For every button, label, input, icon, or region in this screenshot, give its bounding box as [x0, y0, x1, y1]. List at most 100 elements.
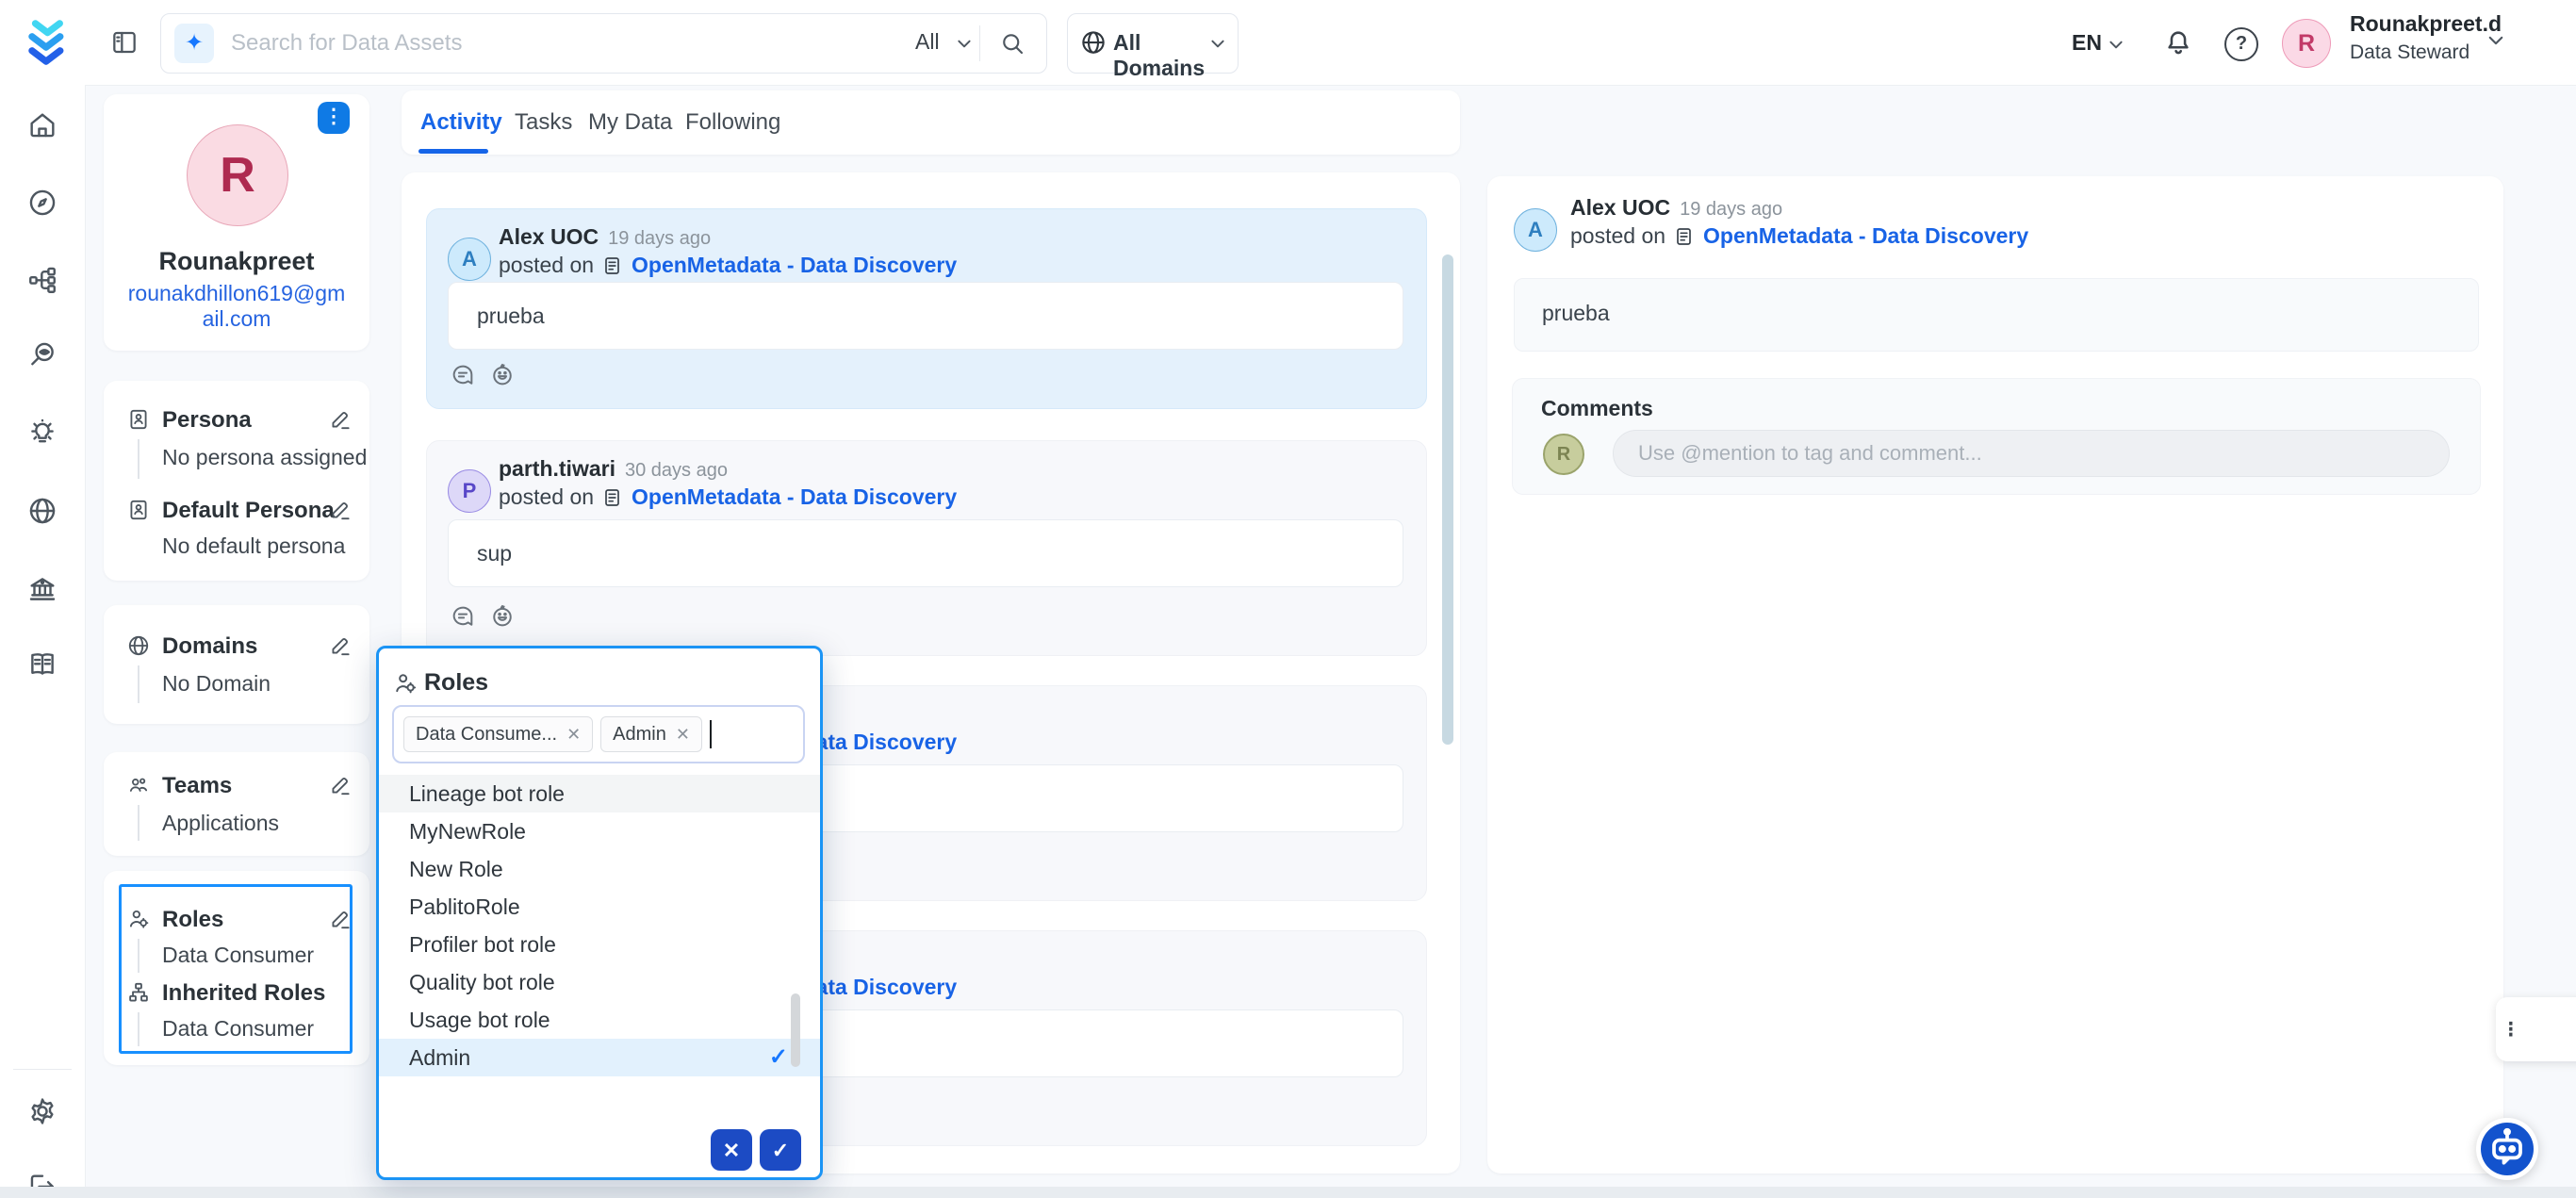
roles-icon — [392, 670, 418, 697]
roles-option[interactable]: Quality bot role — [379, 963, 820, 1001]
search-scope-dropdown[interactable]: All — [915, 29, 940, 55]
user-menu-chevron-icon[interactable] — [2488, 36, 2503, 45]
persona-icon — [126, 407, 151, 432]
search-icon[interactable] — [998, 29, 1026, 57]
ai-search-icon[interactable]: ✦ — [174, 24, 214, 63]
edge-widget[interactable]: ⁝ — [2496, 997, 2576, 1061]
home-icon[interactable] — [26, 109, 58, 141]
reply-icon[interactable] — [450, 603, 476, 630]
help-icon[interactable]: ? — [2224, 27, 2258, 61]
post-action: posted on — [499, 253, 594, 278]
search-input[interactable] — [229, 20, 893, 67]
insights-icon[interactable] — [26, 417, 58, 449]
tab-tasks[interactable]: Tasks — [515, 109, 572, 136]
incident-manager-icon[interactable] — [26, 339, 58, 371]
options-scrollbar[interactable] — [791, 993, 800, 1067]
profile-email-link[interactable]: rounakdhillon619@gmail.com — [104, 281, 369, 332]
reaction-emoji-icon[interactable] — [489, 603, 516, 630]
post-action: posted on — [499, 484, 594, 510]
indent-line — [138, 939, 139, 973]
default-persona-icon — [126, 498, 151, 522]
reaction-emoji-icon[interactable] — [489, 362, 516, 388]
notifications-bell-icon[interactable] — [2162, 27, 2194, 59]
domain-selector[interactable]: All Domains — [1067, 13, 1239, 74]
avatar: A — [448, 238, 491, 281]
tab-following[interactable]: Following — [685, 109, 780, 136]
support-chat-button[interactable] — [2476, 1118, 2538, 1180]
remove-chip-icon[interactable]: ✕ — [676, 725, 690, 745]
settings-icon[interactable] — [26, 1095, 58, 1127]
post-message: prueba — [1542, 301, 1610, 326]
inherited-roles-icon — [126, 980, 151, 1005]
edit-teams-icon[interactable] — [328, 773, 353, 797]
indent-line — [138, 1012, 139, 1046]
tab-activity[interactable]: Activity — [420, 109, 502, 136]
persona-value: No persona assigned — [162, 445, 367, 470]
post-target-link[interactable]: OpenMetadata - Data Discovery — [632, 484, 957, 510]
glossary-icon[interactable] — [26, 648, 58, 681]
indent-line — [138, 665, 139, 703]
openmetadata-app: ✦ All All Domains EN ? — [0, 0, 2576, 1198]
tab-my-data[interactable]: My Data — [588, 109, 672, 136]
profile-tabs-bar: Activity Tasks My Data Following — [402, 90, 1460, 155]
roles-value: Data Consumer — [162, 943, 314, 968]
profile-name: Rounakpreet — [104, 247, 369, 276]
edit-persona-icon[interactable] — [328, 407, 353, 432]
chat-bot-icon — [2481, 1123, 2534, 1175]
post-target-link[interactable]: OpenMetadata - Data Discovery — [1703, 223, 2028, 249]
teams-title: Teams — [162, 773, 232, 799]
governance-icon[interactable] — [26, 573, 58, 605]
feed-scrollbar[interactable] — [1442, 254, 1453, 745]
roles-option[interactable]: Lineage bot role — [379, 775, 820, 812]
feed-post[interactable]: A Alex UOC19 days ago posted on OpenMeta… — [426, 208, 1427, 409]
roles-edit-popup: Roles Data Consume... ✕ Admin ✕ Lineage … — [376, 646, 823, 1180]
roles-title: Roles — [162, 907, 223, 933]
selected-role-chip: Data Consume... ✕ — [403, 716, 593, 752]
feed-post[interactable]: P parth.tiwari30 days ago posted on Open… — [426, 440, 1427, 656]
user-avatar[interactable]: R — [2282, 19, 2331, 68]
bottom-strip — [0, 1187, 2576, 1198]
roles-multiselect[interactable]: Data Consume... ✕ Admin ✕ — [392, 705, 805, 763]
confirm-button[interactable]: ✓ — [760, 1129, 801, 1171]
sidebar-collapse-icon[interactable] — [109, 27, 139, 57]
user-name: Rounakpreet.d — [2350, 11, 2502, 37]
document-icon — [601, 254, 624, 277]
roles-option[interactable]: Usage bot role — [379, 1001, 820, 1039]
document-icon — [601, 486, 624, 509]
comment-input[interactable] — [1613, 430, 2450, 477]
global-search-bar[interactable]: ✦ All — [160, 13, 1047, 74]
teams-value[interactable]: Applications — [162, 811, 279, 836]
selected-role-chip: Admin ✕ — [600, 716, 702, 752]
roles-option[interactable]: Profiler bot role — [379, 926, 820, 963]
profile-kebab-menu-button[interactable]: ⋮ — [318, 102, 350, 134]
edit-domains-icon[interactable] — [328, 633, 353, 658]
edit-roles-icon[interactable] — [328, 907, 353, 931]
post-author[interactable]: Alex UOC19 days ago — [499, 224, 711, 250]
reply-icon[interactable] — [450, 362, 476, 388]
language-selector[interactable]: EN — [2072, 30, 2102, 56]
post-author[interactable]: parth.tiwari30 days ago — [499, 456, 728, 482]
domains-icon — [126, 633, 151, 658]
openmetadata-logo[interactable] — [21, 13, 79, 72]
post-author[interactable]: Alex UOC19 days ago — [1570, 195, 1782, 221]
left-nav-rail — [0, 85, 86, 1198]
observability-icon[interactable] — [26, 264, 58, 296]
roles-option-selected[interactable]: Admin✓ — [379, 1039, 820, 1076]
roles-option[interactable]: PablitoRole — [379, 888, 820, 926]
roles-card: Roles Data Consumer Inherited Roles Data… — [104, 871, 369, 1065]
cancel-button[interactable]: ✕ — [711, 1129, 752, 1171]
profile-card: ⋮ R Rounakpreet rounakdhillon619@gmail.c… — [104, 94, 369, 351]
post-timestamp: 19 days ago — [608, 228, 711, 249]
domains-icon[interactable] — [26, 495, 58, 527]
post-target-link[interactable]: OpenMetadata - Data Discovery — [632, 253, 957, 278]
roles-option[interactable]: New Role — [379, 850, 820, 888]
comments-section: Comments R — [1512, 378, 2481, 495]
roles-option[interactable]: MyNewRole — [379, 812, 820, 850]
explore-icon[interactable] — [26, 187, 58, 219]
edit-default-persona-icon[interactable] — [328, 498, 353, 522]
remove-chip-icon[interactable]: ✕ — [566, 725, 581, 745]
post-message: sup — [477, 541, 512, 566]
domains-value: No Domain — [162, 671, 271, 697]
avatar: P — [448, 469, 491, 513]
chevron-down-icon — [2109, 41, 2123, 49]
